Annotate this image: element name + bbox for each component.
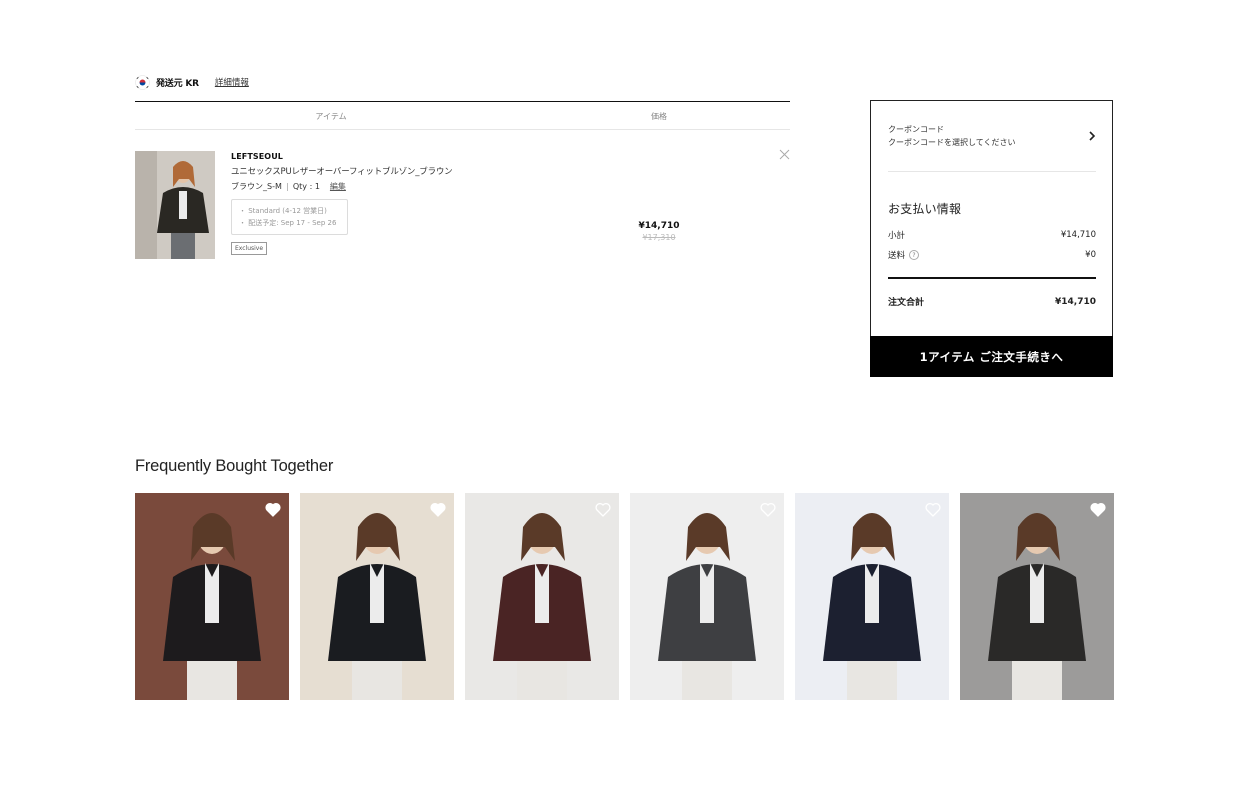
subtotal-value: ¥14,710 (1060, 230, 1096, 240)
heart-icon[interactable] (265, 502, 281, 517)
subtotal-row: 小計 ¥14,710 (888, 229, 1096, 241)
original-price: ¥17,310 (642, 233, 676, 242)
product-card[interactable] (630, 493, 784, 700)
current-price: ¥14,710 (638, 221, 680, 231)
recommendations-title: Frequently Bought Together (135, 457, 334, 475)
shipping-value: ¥0 (1085, 250, 1096, 260)
total-row: 注文合計 ¥14,710 (888, 295, 1096, 309)
order-summary: クーポンコード クーポンコードを選択してください お支払い情報 小計 ¥14,7… (870, 100, 1113, 377)
chevron-right-icon (1088, 130, 1096, 142)
product-image (795, 493, 949, 700)
cart-item-row: LEFTSEOUL ユニセックスPUレザーオーバーフィットブルゾン_ブラウン ブ… (135, 130, 790, 290)
variant-row: ブラウン_S-M Qty : 1 編集 (231, 181, 531, 192)
product-image (300, 493, 454, 700)
product-card[interactable] (135, 493, 289, 700)
exclusive-badge: Exclusive (231, 242, 268, 255)
product-card[interactable] (960, 493, 1114, 700)
total-value: ¥14,710 (1055, 296, 1096, 307)
product-brand: LEFTSEOUL (231, 152, 284, 161)
divider (286, 182, 288, 191)
heart-icon[interactable] (595, 502, 611, 517)
edit-item-link[interactable]: 編集 (330, 181, 346, 192)
cart-table: アイテム 価格 LEFTSEOUL ユニセックスPUレザーオーバーフィットブルゾ… (135, 101, 790, 290)
cart-item-info: LEFTSEOUL ユニセックスPUレザーオーバーフィットブルゾン_ブラウン ブ… (231, 152, 531, 255)
origin-label: 発送元 KR (156, 78, 199, 89)
total-divider (888, 277, 1096, 279)
product-image (960, 493, 1114, 700)
coupon-title: クーポンコード (888, 125, 944, 134)
total-label: 注文合計 (888, 298, 925, 308)
subtotal-label: 小計 (888, 231, 906, 241)
heart-icon[interactable] (925, 502, 941, 517)
shipping-origin: 発送元 KR 詳細情報 (135, 74, 249, 90)
remove-item-icon[interactable] (779, 149, 790, 160)
coupon-prompt: クーポンコードを選択してください (888, 138, 1016, 147)
cart-header: アイテム 価格 (135, 101, 790, 130)
heart-icon[interactable] (760, 502, 776, 517)
product-image (135, 493, 289, 700)
product-name[interactable]: ユニセックスPUレザーオーバーフィットブルゾン_ブラウン (231, 165, 531, 177)
shipping-info-box: ・ Standard (4-12 営業日) ・ 配送予定: Sep 17 - S… (231, 199, 348, 235)
column-item: アイテム (315, 112, 347, 121)
shipping-row: 送料 ? ¥0 (888, 249, 1096, 261)
payment-info-title: お支払い情報 (888, 202, 962, 216)
product-card[interactable] (465, 493, 619, 700)
shipping-label-group: 送料 ? (888, 249, 920, 261)
product-qty: Qty : 1 (292, 182, 320, 191)
korea-flag-icon (135, 74, 150, 90)
checkout-button[interactable]: 1アイテム ご注文手続きへ (870, 336, 1113, 377)
product-card[interactable] (795, 493, 949, 700)
product-image (630, 493, 784, 700)
coupon-selector[interactable]: クーポンコード クーポンコードを選択してください (888, 124, 1096, 172)
shipping-method: ・ Standard (4-12 営業日) (239, 207, 327, 215)
product-thumbnail[interactable] (135, 151, 215, 259)
product-variant: ブラウン_S-M (231, 182, 282, 191)
product-image (465, 493, 619, 700)
details-link[interactable]: 詳細情報 (215, 76, 249, 88)
price-block: ¥14,710 ¥17,310 (630, 221, 688, 242)
product-card[interactable] (300, 493, 454, 700)
help-icon[interactable]: ? (909, 250, 920, 260)
heart-icon[interactable] (430, 502, 446, 517)
delivery-estimate: ・ 配送予定: Sep 17 - Sep 26 (239, 219, 337, 227)
column-price: 価格 (651, 112, 667, 121)
shipping-label: 送料 (888, 251, 906, 261)
heart-icon[interactable] (1090, 502, 1106, 517)
recommendations-grid (135, 493, 1114, 700)
